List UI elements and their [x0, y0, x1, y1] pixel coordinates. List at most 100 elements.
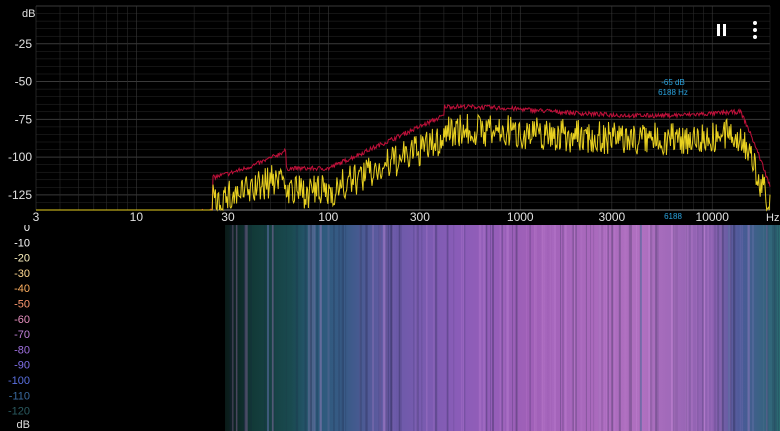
- waterfall-streak: [650, 225, 653, 431]
- waterfall-streak: [385, 225, 387, 431]
- waterfall-streak: [655, 225, 657, 431]
- scale-label: -50: [14, 299, 30, 311]
- waterfall-streak: [707, 225, 709, 431]
- waterfall-streak: [426, 225, 428, 431]
- waterfall-streak: [598, 225, 601, 431]
- scale-label: -20: [14, 253, 30, 265]
- waterfall-streak: [313, 225, 316, 431]
- waterfall-streak: [316, 225, 319, 431]
- scale-label: -80: [14, 344, 30, 356]
- x-tick-label: 30: [221, 210, 235, 224]
- scale-label: -10: [14, 237, 30, 249]
- scale-label: -120: [8, 406, 30, 418]
- waterfall-streak: [611, 225, 614, 431]
- waterfall-streak: [499, 225, 501, 431]
- waterfall-streak: [560, 225, 561, 431]
- waterfall-streak: [630, 225, 632, 431]
- waterfall-streak: [702, 225, 704, 431]
- waterfall-streak: [246, 225, 248, 431]
- waterfall-streak: [453, 225, 455, 431]
- scale-label: -90: [14, 360, 30, 372]
- waterfall-streak: [273, 225, 275, 431]
- waterfall-streak: [345, 225, 347, 431]
- waterfall-streak: [670, 225, 673, 431]
- waterfall-streak: [741, 225, 743, 431]
- waterfall-streak: [564, 225, 567, 431]
- waterfall-streak: [544, 225, 547, 431]
- waterfall-streak: [717, 225, 719, 431]
- waterfall-streak: [580, 225, 583, 431]
- waterfall-streak: [570, 225, 571, 431]
- waterfall-streak: [628, 225, 631, 431]
- x-tick-label: 1000: [507, 210, 534, 224]
- waterfall-streak: [732, 225, 736, 431]
- waterfall-streak: [235, 225, 238, 431]
- waterfall-streak: [778, 225, 779, 431]
- waterfall-streak: [573, 225, 577, 431]
- waterfall-streak: [461, 225, 463, 431]
- y-tick-label: -100: [8, 150, 32, 164]
- waterfall-streak: [763, 225, 764, 431]
- pause-icon: [716, 24, 720, 36]
- waterfall-streak: [752, 225, 754, 431]
- waterfall-streak: [333, 225, 335, 431]
- waterfall-streak: [413, 225, 415, 431]
- waterfall-streak: [728, 225, 730, 431]
- waterfall-streak: [421, 225, 423, 431]
- waterfall-streak: [229, 225, 232, 431]
- spectrogram-waterfall: 0 -10 -20 -30 -40 -50 -60 -70 -80 -90 -100 -110 -120…: [0, 225, 780, 431]
- waterfall-streak: [463, 225, 464, 431]
- waterfall-streak: [433, 225, 435, 431]
- scale-unit-label: dB: [17, 419, 30, 431]
- y-tick-label: -50: [15, 75, 33, 89]
- pause-button[interactable]: [709, 18, 733, 42]
- waterfall-streak: [285, 225, 287, 431]
- waterfall-streak: [250, 225, 252, 431]
- waterfall-streak: [383, 225, 384, 431]
- x-tick-label: 10: [130, 210, 144, 224]
- scale-label: -30: [14, 268, 30, 280]
- waterfall-streak: [342, 225, 344, 431]
- waterfall-streak: [604, 225, 606, 431]
- x-tick-label: 10000: [696, 210, 730, 224]
- waterfall-streak: [399, 225, 402, 431]
- waterfall-streak: [607, 225, 609, 431]
- x-tick-label: 300: [410, 210, 430, 224]
- y-axis-labels: -25 -50 -75 -100 -125: [8, 37, 32, 202]
- waterfall-streak: [464, 225, 466, 431]
- overflow-menu-button[interactable]: [743, 18, 767, 42]
- live-spectrum-trace: [36, 113, 771, 212]
- waterfall-streak: [434, 225, 438, 431]
- waterfall-streak: [656, 225, 659, 431]
- waterfall-streak: [506, 225, 509, 431]
- waterfall-streak: [773, 225, 776, 431]
- waterfall-streak: [244, 225, 247, 431]
- waterfall-streak: [648, 225, 651, 431]
- waterfall-streak: [446, 225, 449, 431]
- y-tick-label: -125: [8, 188, 32, 202]
- waterfall-streak: [338, 225, 341, 431]
- waterfall-streak: [562, 225, 564, 431]
- waterfall-streak: [549, 225, 551, 431]
- waterfall-streak: [606, 225, 607, 431]
- waterfall-streak: [776, 225, 778, 431]
- waterfall-streak: [372, 225, 374, 431]
- waterfall-streak: [535, 225, 538, 431]
- waterfall-streak: [492, 225, 494, 431]
- waterfall-streak: [572, 225, 574, 431]
- waterfall-streak: [267, 225, 269, 431]
- waterfall-streak: [415, 225, 417, 431]
- waterfall-streak: [636, 225, 637, 431]
- x-tick-label: 3: [33, 210, 40, 224]
- waterfall-streak: [624, 225, 627, 431]
- waterfall-streak: [772, 225, 773, 431]
- db-scale-labels: 0 -10 -20 -30 -40 -50 -60 -70 -80 -90 -100 -110 -120: [8, 225, 30, 418]
- scale-label: -110: [9, 390, 30, 402]
- waterfall-streak: [696, 225, 698, 431]
- waterfall-streaks: [229, 225, 779, 431]
- peak-frequency-axis-label: 6188: [664, 212, 682, 221]
- waterfall-streak: [526, 225, 528, 431]
- waterfall-streak: [585, 225, 587, 431]
- waterfall-streak: [714, 225, 716, 431]
- scale-label: 0: [24, 225, 30, 234]
